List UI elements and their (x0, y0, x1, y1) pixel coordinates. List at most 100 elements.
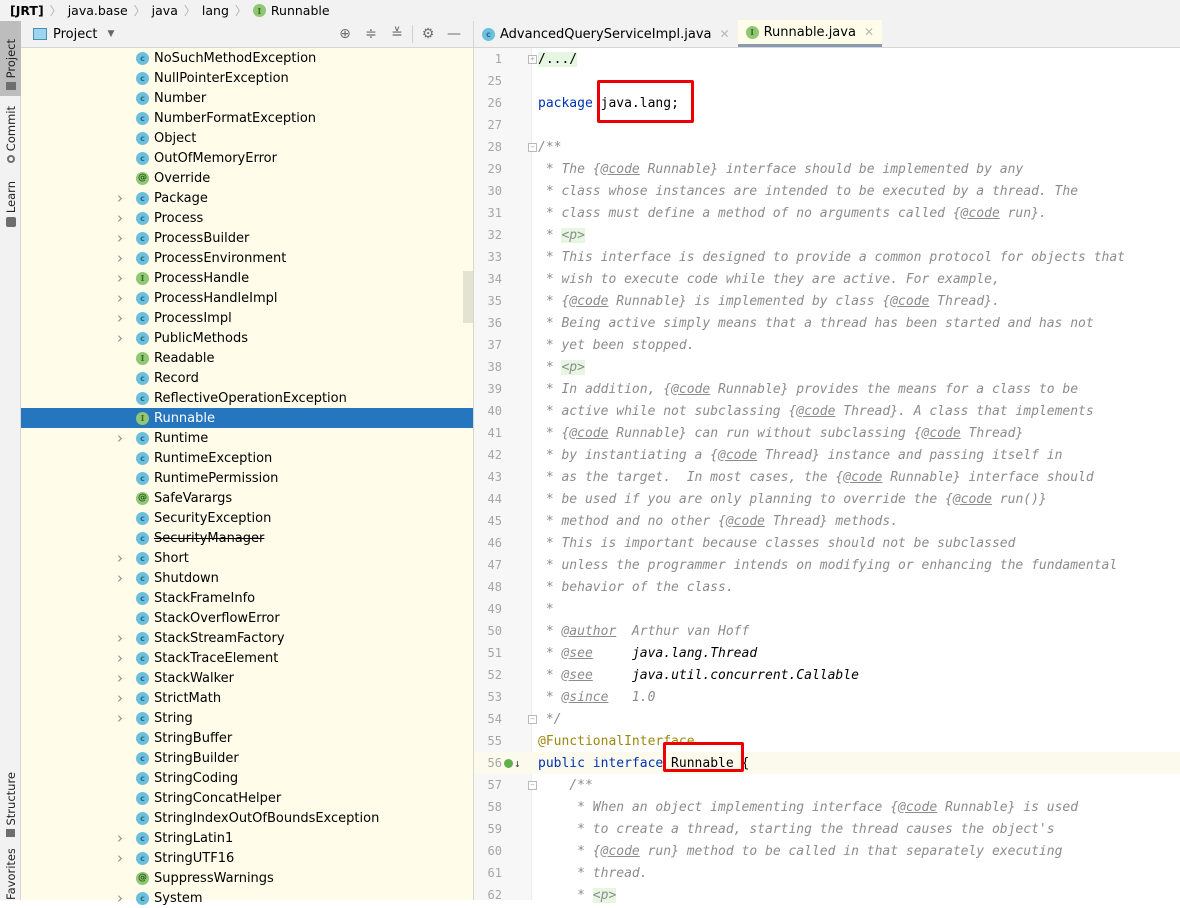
tree-item[interactable]: c NumberFormatException (21, 108, 473, 128)
tree-item[interactable]: c NoSuchMethodException (21, 48, 473, 68)
tree-item[interactable]: › c ProcessHandleImpl (21, 288, 473, 308)
code-line[interactable]: 27 (474, 114, 1180, 136)
tree-item[interactable]: › c StringUTF16 (21, 848, 473, 868)
project-view-selector[interactable]: Project (53, 27, 97, 42)
tree-item[interactable]: › c Runtime (21, 428, 473, 448)
breadcrumb-item[interactable]: java (152, 3, 178, 18)
code-area[interactable]: 1 +/.../25 26 package java.lang; 27 28−/** 29 … (474, 48, 1180, 906)
tree-item[interactable]: @ SuppressWarnings (21, 868, 473, 888)
code-line[interactable]: 48 * behavior of the class. (474, 576, 1180, 598)
tree-item[interactable]: › c ProcessBuilder (21, 228, 473, 248)
chevron-right-icon[interactable]: › (117, 269, 127, 287)
code-line[interactable]: 29 * The {@code Runnable} interface shou… (474, 158, 1180, 180)
tree-item[interactable]: c StringBuilder (21, 748, 473, 768)
tool-tab-favorites[interactable]: Favorites (0, 849, 21, 900)
tree-item[interactable]: c ReflectiveOperationException (21, 388, 473, 408)
collapse-all-icon[interactable]: ≚ (384, 24, 410, 44)
tab-runnable[interactable]: I Runnable.java ✕ (737, 20, 882, 47)
code-line[interactable]: 54 − */ (474, 708, 1180, 730)
code-line[interactable]: 32 * <p> (474, 224, 1180, 246)
code-line[interactable]: 56 ↓ public interface Runnable { (474, 742, 1180, 774)
code-line[interactable]: 46 * This is important because classes s… (474, 532, 1180, 554)
chevron-right-icon[interactable]: › (117, 229, 127, 247)
code-line[interactable]: 44 * be used if you are only planning to… (474, 488, 1180, 510)
code-line[interactable]: 40 * active while not subclassing {@code… (474, 400, 1180, 422)
tree-item[interactable]: c StackOverflowError (21, 608, 473, 628)
expand-all-icon[interactable]: ≑ (358, 24, 384, 44)
chevron-right-icon[interactable]: › (117, 669, 127, 687)
tree-item[interactable]: › c StackTraceElement (21, 648, 473, 668)
fold-collapse-icon[interactable]: − (528, 780, 537, 790)
tree-item[interactable]: c StringConcatHelper (21, 788, 473, 808)
fold-collapse-icon[interactable]: − (528, 142, 537, 152)
tree-item[interactable]: › c Process (21, 208, 473, 228)
chevron-right-icon[interactable]: › (117, 829, 127, 847)
tree-item[interactable]: @ SafeVarargs (21, 488, 473, 508)
code-line[interactable]: 53 * @since 1.0 (474, 686, 1180, 708)
tree-item[interactable]: c StackFrameInfo (21, 588, 473, 608)
code-line[interactable]: 31 * class must define a method of no ar… (474, 202, 1180, 224)
code-line[interactable]: 50 * @author Arthur van Hoff (474, 620, 1180, 642)
tree-item[interactable]: › c ProcessImpl (21, 308, 473, 328)
tree-item[interactable]: › c Package (21, 188, 473, 208)
code-line[interactable]: 49 * (474, 598, 1180, 620)
chevron-right-icon[interactable]: › (117, 629, 127, 647)
code-line[interactable]: 35 * {@code Runnable} is implemented by … (474, 290, 1180, 312)
code-line[interactable]: 33 * This interface is designed to provi… (474, 246, 1180, 268)
chevron-right-icon[interactable]: › (117, 549, 127, 567)
breadcrumb-item[interactable]: I Runnable (252, 3, 330, 18)
tree-item[interactable]: c RuntimeException (21, 448, 473, 468)
locate-icon[interactable]: ⊕ (332, 24, 358, 44)
code-line[interactable]: 59 * to create a thread, starting the th… (474, 818, 1180, 840)
tool-tab-structure[interactable]: Structure (0, 766, 21, 841)
code-line[interactable]: 36 * Being active simply means that a th… (474, 312, 1180, 334)
code-line[interactable]: 62 * <p> (474, 884, 1180, 906)
code-line[interactable]: 45 * method and no other {@code Thread} … (474, 510, 1180, 532)
chevron-right-icon[interactable]: › (117, 429, 127, 447)
breadcrumb-item[interactable]: java.base (68, 3, 128, 18)
tree-item[interactable]: › c PublicMethods (21, 328, 473, 348)
tree-item[interactable]: › c String (21, 708, 473, 728)
tree-item[interactable]: › c StackWalker (21, 668, 473, 688)
code-line[interactable]: 47 * unless the programmer intends on mo… (474, 554, 1180, 576)
code-line[interactable]: 61 * thread. (474, 862, 1180, 884)
chevron-right-icon[interactable]: › (117, 249, 127, 267)
tree-item[interactable]: › I ProcessHandle (21, 268, 473, 288)
tree-item[interactable]: I Readable (21, 348, 473, 368)
tab-advanced-query-service-impl[interactable]: c AdvancedQueryServiceImpl.java ✕ (474, 21, 738, 47)
code-line[interactable]: 57 − /** (474, 774, 1180, 796)
chevron-right-icon[interactable]: › (117, 649, 127, 667)
chevron-down-icon[interactable]: ▼ (107, 29, 114, 39)
code-line[interactable]: 37 * yet been stopped. (474, 334, 1180, 356)
tree-item[interactable]: › c StrictMath (21, 688, 473, 708)
tree-scrollbar[interactable] (463, 271, 473, 323)
code-line[interactable]: 58 * When an object implementing interfa… (474, 796, 1180, 818)
tree-item[interactable]: › c Shutdown (21, 568, 473, 588)
chevron-right-icon[interactable]: › (117, 209, 127, 227)
implemented-icon[interactable] (504, 758, 513, 768)
code-line[interactable]: 42 * by instantiating a {@code Thread} i… (474, 444, 1180, 466)
tree-item[interactable]: c NullPointerException (21, 68, 473, 88)
tree-item[interactable]: › c System (21, 888, 473, 908)
code-line[interactable]: 34 * wish to execute code while they are… (474, 268, 1180, 290)
tree-item[interactable]: I Runnable (21, 408, 473, 428)
chevron-right-icon[interactable]: › (117, 569, 127, 587)
fold-expand-icon[interactable]: + (528, 54, 537, 64)
code-line[interactable]: 25 (474, 70, 1180, 92)
tree-item[interactable]: › c ProcessEnvironment (21, 248, 473, 268)
fold-collapse-icon[interactable]: − (528, 714, 537, 724)
code-line[interactable]: 39 * In addition, {@code Runnable} provi… (474, 378, 1180, 400)
breadcrumb-item[interactable]: [JRT] (10, 3, 44, 18)
chevron-right-icon[interactable]: › (117, 709, 127, 727)
close-icon[interactable]: ✕ (720, 27, 730, 41)
code-line[interactable]: 28 −/** (474, 136, 1180, 158)
tree-item[interactable]: c OutOfMemoryError (21, 148, 473, 168)
code-line[interactable]: 52 * @see java.util.concurrent.Callable (474, 664, 1180, 686)
tree-item[interactable]: › c Short (21, 548, 473, 568)
tree-item[interactable]: c StringCoding (21, 768, 473, 788)
tree-item[interactable]: c Number (21, 88, 473, 108)
code-line[interactable]: 30 * class whose instances are intended … (474, 180, 1180, 202)
chevron-right-icon[interactable]: › (117, 329, 127, 347)
breadcrumb-item[interactable]: lang (202, 3, 229, 18)
code-line[interactable]: 55 @FunctionalInterface (474, 730, 1180, 752)
